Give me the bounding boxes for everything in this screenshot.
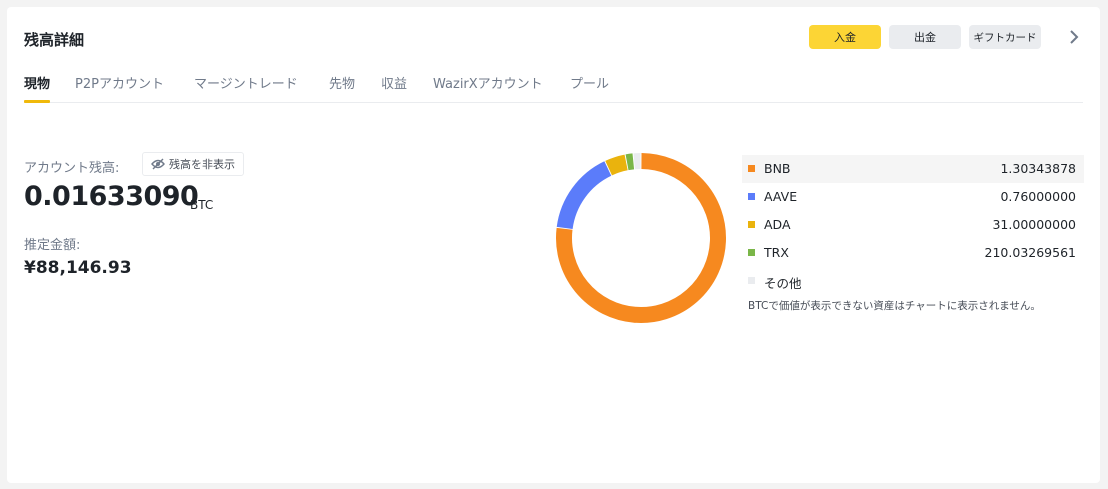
hide-balance-label: 残高を非表示: [169, 158, 235, 171]
legend-swatch: [748, 277, 755, 284]
donut-slice-2[interactable]: [556, 161, 612, 230]
legend-asset-name: その他: [764, 276, 802, 291]
withdraw-button[interactable]: 出金: [889, 25, 961, 49]
legend-item[interactable]: その他: [742, 267, 1084, 295]
legend-asset-value: 1.30343878: [1000, 161, 1076, 176]
account-tabs: 現物 P2Pアカウント マージントレード 先物 収益 WazirXアカウント プ…: [24, 69, 1083, 103]
eye-off-icon: [151, 158, 165, 170]
balance-unit: BTC: [190, 198, 214, 212]
legend-swatch: [748, 249, 755, 256]
tab-wazirx[interactable]: WazirXアカウント: [433, 73, 543, 103]
asset-donut-chart: [556, 153, 726, 323]
chart-note: BTCで価値が表示できない資産はチャートに表示されません。: [748, 300, 1041, 312]
tab-p2p[interactable]: P2Pアカウント: [75, 73, 164, 103]
legend-asset-name: AAVE: [764, 189, 798, 204]
legend-asset-name: TRX: [764, 245, 789, 260]
donut-slice-3[interactable]: [605, 154, 628, 176]
legend-asset-name: ADA: [764, 217, 791, 232]
tab-pool[interactable]: プール: [570, 73, 609, 103]
gift-card-button[interactable]: ギフトカード: [969, 25, 1041, 49]
chevron-right-icon[interactable]: [1064, 27, 1084, 47]
balance-amount: 0.01633090: [24, 181, 199, 212]
hide-balance-button[interactable]: 残高を非表示: [142, 152, 244, 176]
donut-slice-4[interactable]: [625, 153, 635, 171]
estimated-value-label: 推定金額:: [24, 238, 81, 253]
card-header: 残高詳細 入金 出金 ギフトカード: [24, 25, 1083, 55]
legend-item[interactable]: BNB 1.30343878: [742, 155, 1084, 183]
legend-asset-name: BNB: [764, 161, 791, 176]
legend-item[interactable]: ADA 31.00000000: [742, 211, 1084, 239]
legend-asset-value: 0.76000000: [1000, 189, 1076, 204]
legend-swatch: [748, 193, 755, 200]
tab-futures[interactable]: 先物: [329, 73, 355, 103]
legend-swatch: [748, 165, 755, 172]
tab-earn[interactable]: 収益: [381, 73, 407, 103]
deposit-button[interactable]: 入金: [809, 25, 881, 49]
estimated-value: ¥88,146.93: [24, 258, 132, 278]
legend-item[interactable]: TRX 210.03269561: [742, 239, 1084, 267]
asset-legend: BNB 1.30343878 AAVE 0.76000000 ADA 31.0000000…: [742, 155, 1084, 295]
page-title: 残高詳細: [24, 31, 85, 49]
tab-spot[interactable]: 現物: [24, 73, 51, 103]
legend-asset-value: 210.03269561: [984, 245, 1076, 260]
balance-detail-card: 残高詳細 入金 出金 ギフトカード 現物 P2Pアカウント マージントレード 先…: [7, 7, 1100, 483]
tab-margin[interactable]: マージントレード: [194, 73, 298, 103]
legend-asset-value: 31.00000000: [992, 217, 1076, 232]
legend-swatch: [748, 221, 755, 228]
legend-item[interactable]: AAVE 0.76000000: [742, 183, 1084, 211]
account-balance-label: アカウント残高:: [24, 161, 120, 176]
